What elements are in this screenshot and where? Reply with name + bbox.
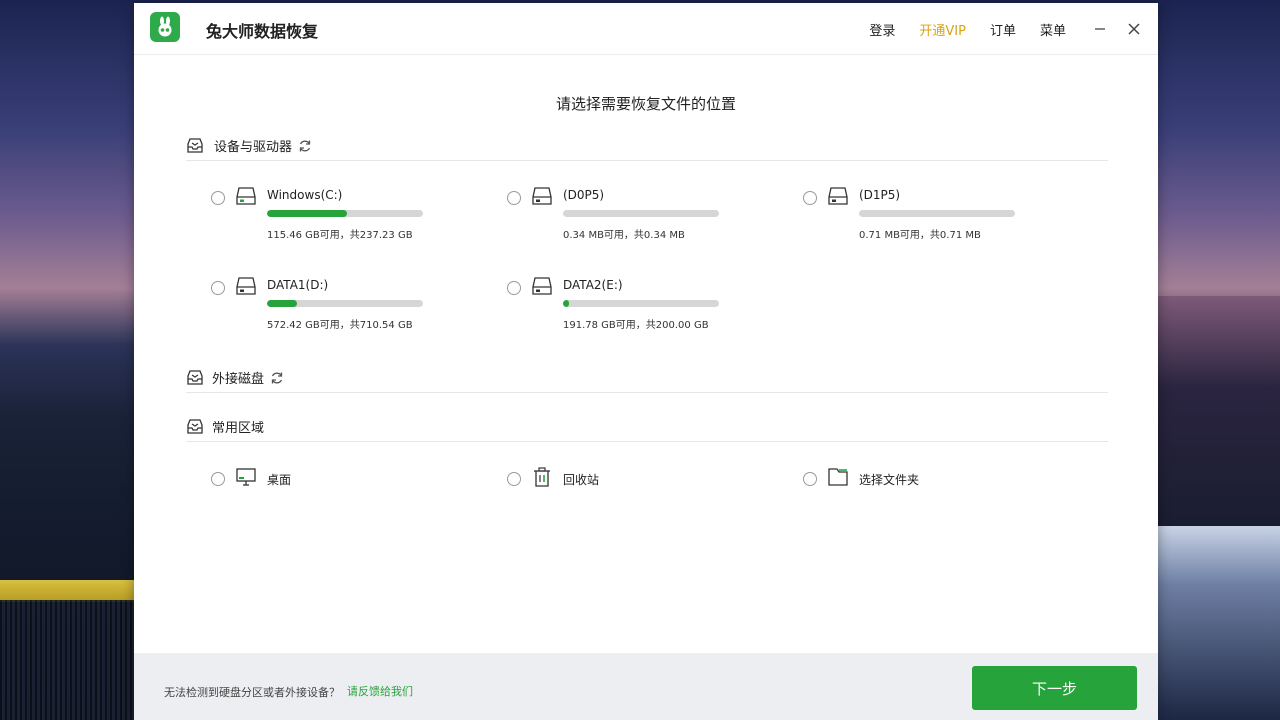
inbox-icon: [187, 369, 203, 385]
area-label: 桌面: [267, 473, 292, 487]
drive-usage-bar: [563, 210, 719, 217]
minimize-button[interactable]: [1090, 19, 1110, 39]
app-title: 兔大师数据恢复: [206, 22, 319, 41]
top-menu: 登录 开通VIP 订单 菜单: [869, 3, 1158, 55]
login-link[interactable]: 登录: [869, 20, 895, 39]
hard-drive-icon: [531, 186, 553, 210]
drive-usage-fill: [563, 300, 570, 307]
footer: 无法检测到硬盘分区或者外接设备？ 请反馈给我们 下一步: [134, 653, 1158, 720]
drive-name: DATA2(E:): [563, 278, 623, 292]
page-heading: 请选择需要恢复文件的位置: [555, 95, 736, 113]
app-logo-icon: [150, 12, 180, 42]
drive-size: 0.71 MB可用，共0.71 MB: [859, 230, 981, 241]
drive-size: 191.78 GB可用，共200.00 GB: [563, 320, 709, 331]
drive-name: (D0P5): [563, 188, 605, 202]
area-radio[interactable]: [803, 472, 817, 486]
close-icon: [1128, 23, 1140, 35]
area-radio[interactable]: [507, 472, 521, 486]
desktop-wallpaper-shore: [0, 580, 134, 602]
drive-radio[interactable]: [211, 191, 225, 205]
drive-item-d0p5[interactable]: (D0P5) 0.34 MB可用，共0.34 MB: [507, 186, 747, 246]
hard-drive-icon: [235, 186, 257, 210]
app-window: 兔大师数据恢复 登录 开通VIP 订单 菜单 请选择需要恢复文件的位置 设备与驱…: [134, 3, 1158, 720]
drive-size: 115.46 GB可用，共237.23 GB: [267, 230, 413, 241]
orders-link[interactable]: 订单: [990, 20, 1016, 39]
feedback-link[interactable]: 请反馈给我们: [347, 683, 413, 699]
drive-radio[interactable]: [507, 281, 521, 295]
folder-icon: [827, 467, 849, 491]
drive-size: 0.34 MB可用，共0.34 MB: [563, 230, 685, 241]
area-item-recycle-bin[interactable]: 回收站: [507, 467, 747, 493]
area-label: 回收站: [563, 473, 600, 487]
desktop-wallpaper-reeds: [0, 600, 134, 720]
minimize-icon: [1095, 28, 1105, 30]
inbox-icon: [187, 418, 203, 434]
desktop-wallpaper-water: [1158, 526, 1280, 720]
refresh-external-button[interactable]: [270, 371, 284, 385]
desktop-wallpaper-hill: [1158, 296, 1280, 526]
drive-size: 572.42 GB可用，共710.54 GB: [267, 320, 413, 331]
desktop-icon: [235, 467, 257, 491]
drive-item-d1p5[interactable]: (D1P5) 0.71 MB可用，共0.71 MB: [803, 186, 1043, 246]
area-item-desktop[interactable]: 桌面: [211, 467, 451, 493]
vip-link[interactable]: 开通VIP: [919, 20, 966, 39]
drive-usage-bar: [563, 300, 719, 307]
hard-drive-icon: [827, 186, 849, 210]
drive-usage-bar: [267, 210, 423, 217]
section-common: 常用区域: [186, 412, 1108, 442]
section-common-label: 常用区域: [212, 421, 265, 436]
area-label: 选择文件夹: [859, 473, 920, 487]
hard-drive-icon: [531, 276, 553, 300]
drive-name: (D1P5): [859, 188, 901, 202]
section-devices: 设备与驱动器: [186, 131, 1108, 161]
drive-item-c[interactable]: Windows(C:) 115.46 GB可用，共237.23 GB: [211, 186, 451, 246]
section-external-label: 外接磁盘: [212, 372, 265, 387]
menu-link[interactable]: 菜单: [1040, 20, 1066, 39]
drive-item-d[interactable]: DATA1(D:) 572.42 GB可用，共710.54 GB: [211, 276, 451, 336]
footer-hint: 无法检测到硬盘分区或者外接设备？: [164, 686, 340, 699]
drive-usage-fill: [267, 210, 347, 217]
inbox-icon: [187, 137, 203, 153]
section-devices-label: 设备与驱动器: [214, 140, 293, 155]
title-bar: 兔大师数据恢复 登录 开通VIP 订单 菜单: [134, 3, 1158, 55]
drive-name: DATA1(D:): [267, 278, 329, 292]
drive-radio[interactable]: [211, 281, 225, 295]
drive-usage-fill: [267, 300, 297, 307]
next-button[interactable]: 下一步: [972, 666, 1137, 710]
drive-usage-bar: [859, 210, 1015, 217]
drive-radio[interactable]: [507, 191, 521, 205]
drive-item-e[interactable]: DATA2(E:) 191.78 GB可用，共200.00 GB: [507, 276, 747, 336]
area-item-folder[interactable]: 选择文件夹: [803, 467, 1043, 493]
drive-name: Windows(C:): [267, 188, 343, 202]
close-button[interactable]: [1124, 19, 1144, 39]
refresh-icon: [271, 372, 283, 383]
refresh-icon: [299, 140, 311, 151]
refresh-devices-button[interactable]: [298, 139, 312, 153]
section-external: 外接磁盘: [186, 363, 1108, 393]
recycle-bin-icon: [531, 467, 553, 491]
drive-usage-bar: [267, 300, 423, 307]
hard-drive-icon: [235, 276, 257, 300]
area-radio[interactable]: [211, 472, 225, 486]
drive-radio[interactable]: [803, 191, 817, 205]
